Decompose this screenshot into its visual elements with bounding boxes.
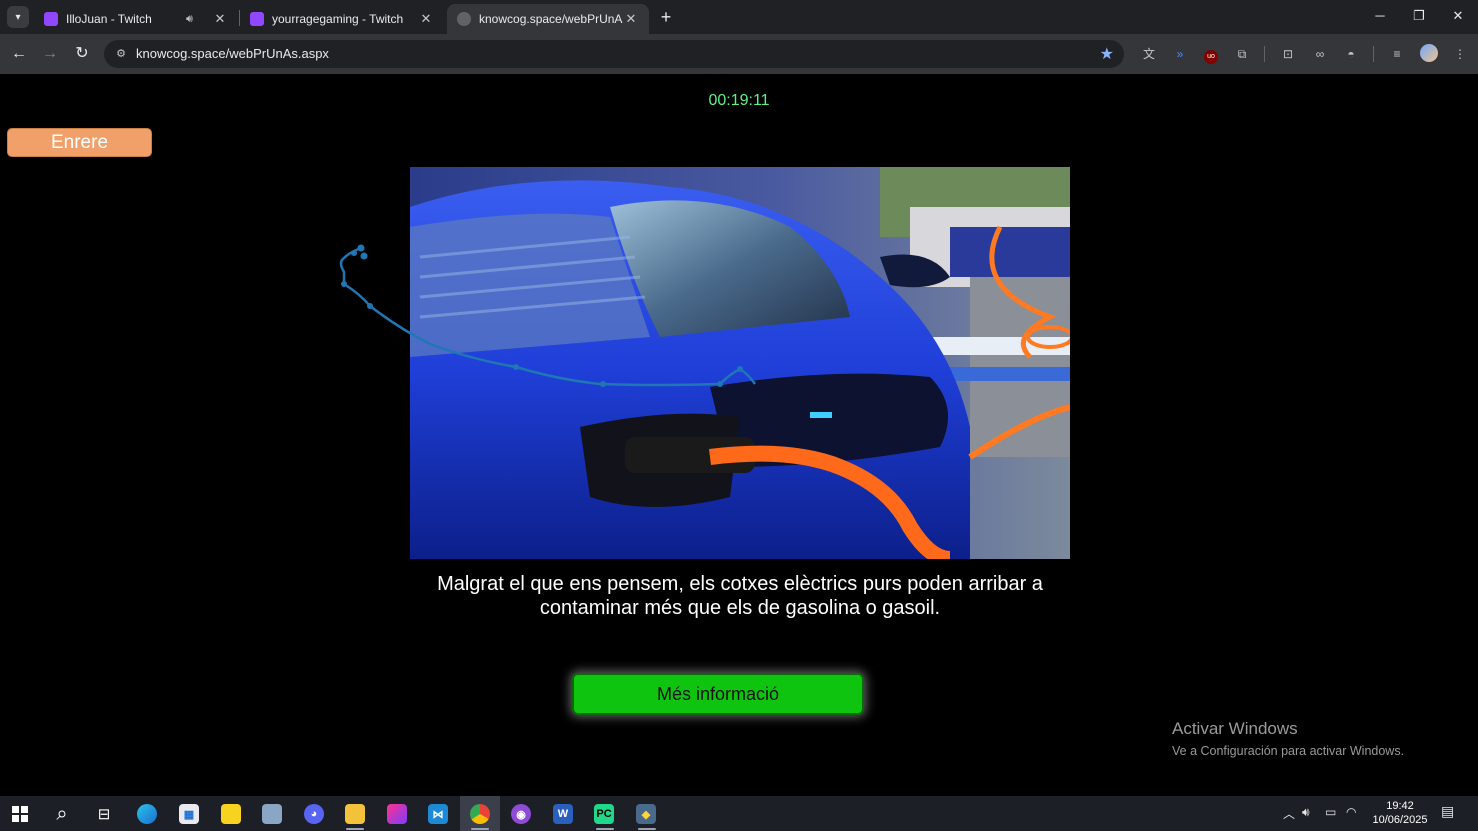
vscode-icon[interactable]: ⋈ xyxy=(424,800,452,828)
tab-title: yourragegaming - Twitch xyxy=(272,12,404,26)
sticky-notes-icon[interactable] xyxy=(217,800,245,828)
search-icon[interactable]: ⌕ xyxy=(48,800,76,828)
back-arrow-icon[interactable]: ← xyxy=(7,42,31,66)
incognito-icon[interactable]: ◓ xyxy=(1341,44,1361,64)
url-text[interactable]: knowcog.space/webPrUnAs.aspx xyxy=(136,46,329,61)
battery-icon[interactable]: ▭ xyxy=(1325,805,1336,819)
toolbar-divider xyxy=(1373,46,1374,62)
close-tab-icon[interactable]: ✕ xyxy=(212,11,228,27)
restore-button[interactable]: ❐ xyxy=(1399,4,1439,28)
github-desktop-icon[interactable]: ◉ xyxy=(507,800,535,828)
toolbar-divider xyxy=(1264,46,1265,62)
close-window-button[interactable]: ✕ xyxy=(1438,4,1478,28)
python-app-icon[interactable]: ◆ xyxy=(632,800,660,828)
tab-title: knowcog.space/webPrUnAs.aspx xyxy=(479,12,623,26)
control-panel-icon[interactable] xyxy=(258,800,286,828)
site-info-icon[interactable]: ⚙ xyxy=(112,45,130,63)
wifi-icon[interactable]: ◠ xyxy=(1346,805,1356,819)
store-icon[interactable]: ▦ xyxy=(175,800,203,828)
taskbar-clock[interactable]: 19:42 10/06/2025 xyxy=(1366,799,1434,827)
reading-list-icon[interactable]: ≡ xyxy=(1387,44,1407,64)
windows-activation-watermark: Activar Windows Ve a Configuración para … xyxy=(1172,719,1404,758)
show-hidden-icons-chevron-icon[interactable]: ︿ xyxy=(1283,805,1295,822)
pycharm-icon[interactable]: PC xyxy=(590,800,618,828)
reload-icon[interactable]: ↻ xyxy=(70,42,94,66)
notifications-icon[interactable]: ▤ xyxy=(1441,803,1454,820)
watermark-subtitle: Ve a Configuración para activar Windows. xyxy=(1172,744,1405,758)
task-view-icon[interactable]: ⊟ xyxy=(90,800,118,828)
cursor-trail-overlay xyxy=(339,244,757,387)
discord-icon[interactable]: ◕ xyxy=(300,800,328,828)
profile-avatar[interactable] xyxy=(1419,44,1439,64)
volume-icon[interactable]: 🔊︎ xyxy=(1302,805,1310,820)
speaker-icon[interactable]: 🔊︎ xyxy=(186,13,202,26)
forward-arrow-icon[interactable]: → xyxy=(38,42,62,66)
twitch-icon xyxy=(44,12,58,26)
link-icon[interactable]: ∞ xyxy=(1310,44,1330,64)
menu-kebab-icon[interactable]: ⋮ xyxy=(1450,44,1470,64)
word-icon[interactable]: W xyxy=(549,800,577,828)
globe-icon xyxy=(457,12,471,26)
tab-knowcog[interactable]: knowcog.space/webPrUnAs.aspx ✕ xyxy=(447,4,649,34)
watermark-title: Activar Windows xyxy=(1172,719,1298,738)
edge-icon[interactable] xyxy=(133,800,161,828)
minimize-button[interactable]: ─ xyxy=(1360,4,1400,28)
file-explorer-icon[interactable] xyxy=(341,800,369,828)
tab-illojuan[interactable]: IlloJuan - Twitch 🔊︎ ✕ xyxy=(34,4,238,34)
extensions-puzzle-icon[interactable]: ⧉ xyxy=(1232,44,1252,64)
windows-start-icon[interactable] xyxy=(6,800,34,828)
tab-search-icon[interactable]: ▾ xyxy=(7,6,29,28)
countdown-timer: 00:19:11 xyxy=(708,92,770,109)
browser-toolbar: ← → ↻ ⚙ knowcog.space/webPrUnAs.aspx ★ 文… xyxy=(0,34,1478,74)
translate-icon[interactable]: 文 xyxy=(1139,44,1159,64)
bookmark-star-icon[interactable]: ★ xyxy=(1100,44,1114,64)
running-indicator xyxy=(596,828,614,830)
screenshot-icon[interactable]: ⊡ xyxy=(1278,44,1298,64)
jetbrains-toolbox-icon[interactable] xyxy=(383,800,411,828)
page-content: 00:19:11 Enrere Malgrat el que ens pense… xyxy=(0,74,1478,796)
wave-extension-icon[interactable]: » xyxy=(1170,44,1190,64)
windows-taskbar: ⌕ ⊟ ▦ ◕ ⋈ ◉ W PC ◆ ︿ 🔊︎ ▭ ◠ 19:42 10/06/… xyxy=(0,796,1478,831)
close-tab-icon[interactable]: ✕ xyxy=(623,11,639,27)
tab-bar: ▾ IlloJuan - Twitch 🔊︎ ✕ yourragegaming … xyxy=(0,0,1478,34)
ublock-icon[interactable]: uo xyxy=(1201,44,1221,64)
new-tab-button[interactable]: + xyxy=(655,6,677,28)
running-indicator xyxy=(471,828,489,830)
more-info-button[interactable]: Més informació xyxy=(572,673,864,715)
address-bar[interactable]: ⚙ knowcog.space/webPrUnAs.aspx ★ xyxy=(104,40,1124,68)
twitch-icon xyxy=(250,12,264,26)
chrome-icon[interactable] xyxy=(466,800,494,828)
back-button[interactable]: Enrere xyxy=(7,128,152,157)
close-tab-icon[interactable]: ✕ xyxy=(418,11,434,27)
statement-text: Malgrat el que ens pensem, els cotxes el… xyxy=(437,573,1043,619)
clock-time: 19:42 xyxy=(1386,800,1414,812)
tab-yourragegaming[interactable]: yourragegaming - Twitch ✕ xyxy=(240,4,444,34)
running-indicator xyxy=(638,828,656,830)
tab-title: IlloJuan - Twitch xyxy=(66,12,152,26)
clock-date: 10/06/2025 xyxy=(1372,814,1428,826)
running-indicator xyxy=(346,828,364,830)
